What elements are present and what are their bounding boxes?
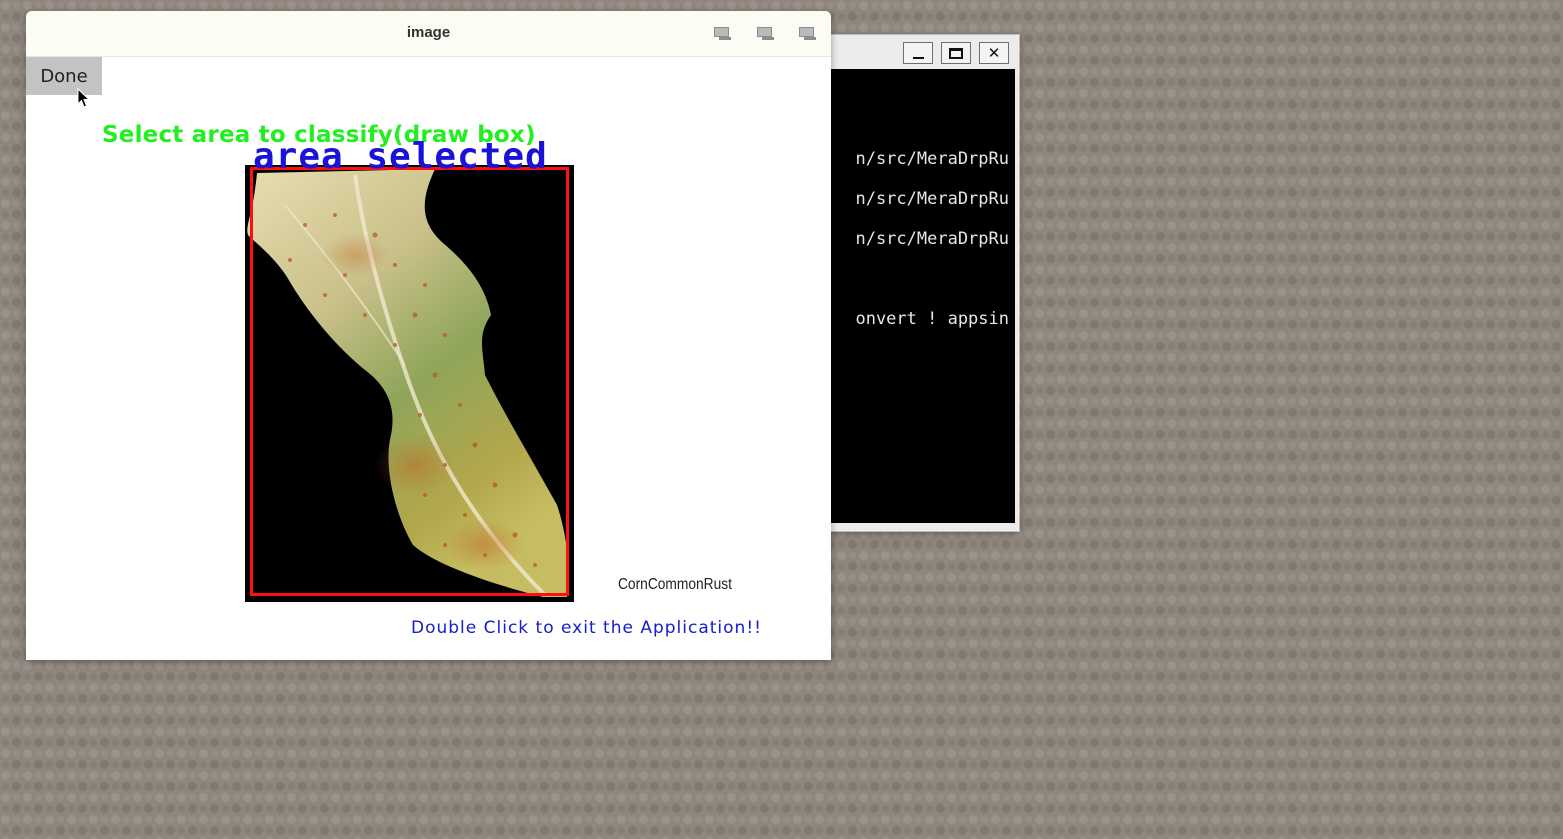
image-window-titlebar[interactable]: image [26, 11, 831, 57]
classification-result: CornCommonRust [618, 576, 732, 593]
maximize-icon [949, 47, 963, 59]
terminal-titlebar[interactable]: ✕ [821, 35, 1019, 69]
terminal-window[interactable]: ✕ n/src/MeraDrpRu n/src/MeraDrpRu n/src/… [820, 34, 1020, 532]
terminal-output[interactable]: n/src/MeraDrpRu n/src/MeraDrpRu n/src/Me… [825, 69, 1015, 523]
titlebar-monitor-icon[interactable] [714, 27, 732, 40]
image-canvas[interactable]: Select area to classify(draw box) area s… [26, 57, 831, 660]
titlebar-monitor-icon[interactable] [757, 27, 775, 40]
desktop: ✕ n/src/MeraDrpRu n/src/MeraDrpRu n/src/… [0, 0, 1563, 839]
selection-box[interactable] [250, 167, 569, 596]
area-selected-label: area selected [253, 136, 548, 177]
image-window[interactable]: image Select area to classify(draw box) [26, 11, 831, 660]
terminal-line: onvert ! appsin [855, 309, 1009, 329]
mouse-cursor-icon [77, 88, 91, 108]
window-title: image [406, 24, 451, 41]
exit-instruction: Double Click to exit the Application!! [411, 618, 762, 638]
minimize-icon [912, 56, 924, 59]
terminal-line: n/src/MeraDrpRu [855, 149, 1009, 169]
terminal-line: n/src/MeraDrpRu [855, 189, 1009, 209]
maximize-button[interactable] [941, 42, 971, 64]
close-button[interactable]: ✕ [979, 42, 1009, 64]
titlebar-monitor-icon[interactable] [799, 27, 817, 40]
terminal-line: n/src/MeraDrpRu [855, 229, 1009, 249]
minimize-button[interactable] [903, 42, 933, 64]
close-icon: ✕ [987, 44, 1001, 62]
